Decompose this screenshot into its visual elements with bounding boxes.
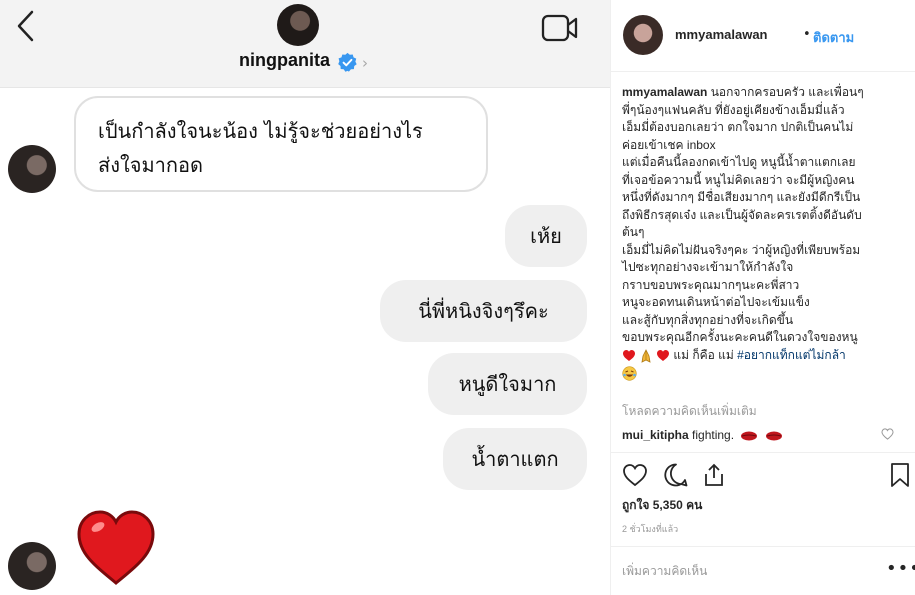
comment-username[interactable]: mui_kitipha: [622, 428, 689, 442]
caption-line: หนูจะอดทนเดินหน้าต่อไปจะเข้มแข็ง: [622, 295, 810, 309]
message-text-line: เป็นกำลังใจนะน้อง ไม่รู้จะช่วยอย่างไร: [98, 119, 423, 143]
outgoing-message: หนูดีใจมาก: [428, 353, 587, 415]
post-caption: mmyamalawan นอกจากครอบครัว และเพื่อนๆ พี…: [622, 84, 907, 383]
author-avatar[interactable]: [623, 15, 663, 55]
caption-line: ที่เจอข้อความนี้ หนูไม่คิดเลยว่า จะมีผู้…: [622, 172, 855, 187]
caption-line: และสู้กับทุกสิ่งทุกอย่างที่จะเกิดขึ้น: [622, 312, 794, 327]
caption-line: mmyamalawan นอกจากครอบครัว และเพื่อนๆ: [622, 84, 907, 102]
more-options-icon[interactable]: •••: [886, 558, 915, 579]
bookmark-icon[interactable]: [887, 462, 913, 488]
caption-line: ต้นๆ: [622, 225, 645, 239]
follow-button[interactable]: ติดตาม: [813, 27, 854, 48]
caption-line: พี่ๆน้องๆแฟนคลับ ที่ยังอยู่เคียงข้างเอ็ม…: [622, 102, 845, 117]
post-header: mmyamalawan • ติดตาม: [611, 0, 915, 72]
caption-line: ขอบพระคุณอีกครั้งนะคะคนดีในดวงใจของหนู: [622, 330, 858, 344]
back-arrow-icon[interactable]: [14, 8, 38, 44]
video-camera-icon[interactable]: [541, 13, 579, 43]
comment-item: mui_kitipha fighting.: [622, 428, 783, 442]
actions-divider: [611, 452, 915, 453]
comment-text: fighting.: [688, 428, 735, 442]
caption-line: ค่อยเข้าเชค inbox: [622, 137, 716, 152]
chat-avatar[interactable]: [277, 4, 319, 46]
share-icon[interactable]: [701, 462, 727, 488]
folded-hands-icon: [641, 348, 651, 363]
caption-line: เอ็มมี่ไม่คิดไม่ฝันจริงๆคะ ว่าผู้หญิงที่…: [622, 242, 861, 257]
caption-text: แม่ ก็คือ แม่: [670, 347, 738, 362]
caption-text: นอกจากครอบครัว และเพื่อนๆ: [707, 85, 864, 99]
outgoing-message: เห้ย: [505, 205, 587, 267]
like-comment-icon[interactable]: [881, 428, 894, 440]
laughing-tears-icon: [622, 366, 637, 381]
post-timestamp[interactable]: 2 ชั่วโมงที่แล้ว: [622, 522, 678, 536]
separator-dot: •: [803, 27, 811, 42]
red-heart-icon: [77, 510, 155, 585]
comment-bubble-icon[interactable]: [663, 462, 689, 488]
chat-screenshot: ningpanita › เป็นกำลังใจนะน้อง ไม่รู้จะช…: [0, 0, 610, 595]
author-username[interactable]: mmyamalawan: [675, 27, 768, 42]
message-text-line: ส่งใจมากอด: [98, 153, 203, 177]
caption-line: ไปซะทุกอย่างจะเข้ามาให้กำลังใจ: [622, 260, 794, 274]
verified-badge-icon: [338, 52, 357, 72]
hashtag-link[interactable]: #อยากแท็กแต่ไม่กล้า: [737, 347, 846, 365]
incoming-message: เป็นกำลังใจนะน้อง ไม่รู้จะช่วยอย่างไร ส่…: [74, 96, 488, 192]
caption-emoji-line: แม่ ก็คือ แม่ #อยากแท็กแต่ไม่กล้า: [622, 347, 907, 365]
screen: ningpanita › เป็นกำลังใจนะน้อง ไม่รู้จะช…: [0, 0, 915, 595]
caption-line: หนึ่งที่ดังมากๆ มีชื่อเสียงมากๆ และยังมี…: [622, 190, 861, 204]
caption-line: กราบขอบพระคุณมากๆนะคะพี่สาว: [622, 277, 800, 292]
sender-avatar[interactable]: [8, 145, 56, 193]
outgoing-message: นี่พี่หนิงจิงๆรึคะ: [380, 280, 587, 342]
chat-username[interactable]: ningpanita: [239, 50, 330, 71]
post-panel: mmyamalawan • ติดตาม mmyamalawan นอกจากค…: [610, 0, 915, 595]
kiss-mark-icon: [765, 431, 782, 441]
chevron-right-icon[interactable]: ›: [362, 54, 368, 72]
like-heart-icon[interactable]: [622, 462, 648, 488]
caption-line: ถึงพิธีกรสุดเจ๋ง และเป็นผู้จัดละครเรตติ้…: [622, 207, 862, 222]
caption-line: แต่เมื่อคืนนี้ลองกดเข้าไปดู หนูนี้น้ำตาแ…: [622, 155, 856, 169]
kiss-mark-icon: [741, 431, 758, 441]
outgoing-message: น้ำตาแตก: [443, 428, 587, 490]
caption-username[interactable]: mmyamalawan: [622, 85, 707, 99]
caption-line: เอ็มมี่ต้องบอกเลยว่า ตกใจมาก ปกติเป็นคนไ…: [622, 120, 854, 134]
likes-count[interactable]: ถูกใจ 5,350 คน: [622, 496, 702, 515]
red-heart-icon: [623, 350, 635, 361]
sender-avatar[interactable]: [8, 542, 56, 590]
add-comment-divider: [611, 546, 915, 547]
chat-header: ningpanita ›: [0, 0, 610, 88]
caption-emoji-line: [622, 365, 907, 383]
add-comment-input[interactable]: เพิ่มความคิดเห็น: [622, 562, 707, 581]
red-heart-icon: [657, 350, 669, 361]
load-more-comments-link[interactable]: โหลดความคิดเห็นเพิ่มเติม: [622, 402, 757, 421]
